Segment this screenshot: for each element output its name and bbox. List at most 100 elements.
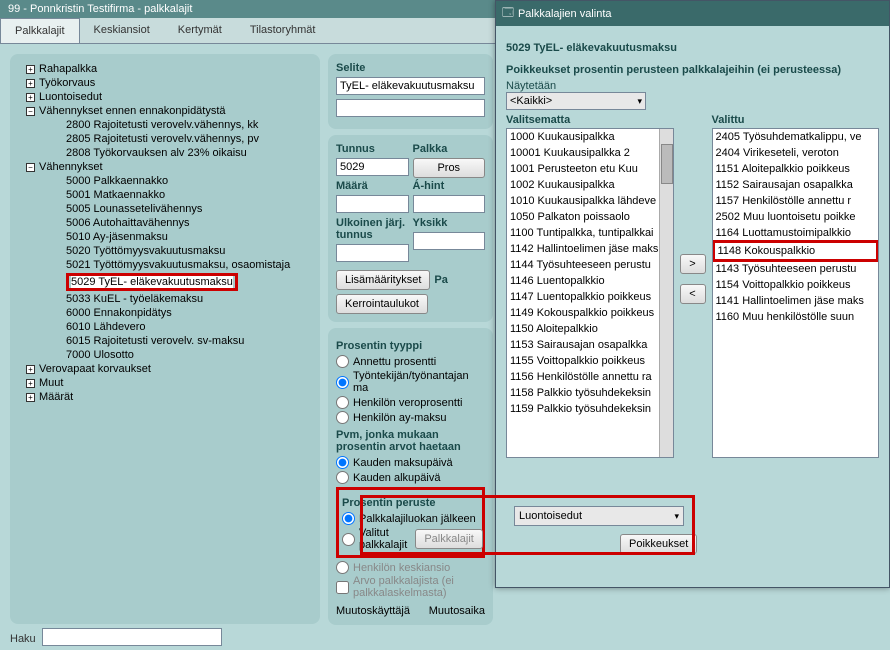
list-item[interactable]: 1143 Työsuhteeseen perustu <box>713 261 879 277</box>
list-item[interactable]: 1142 Hallintoelimen jäse maks <box>507 241 673 257</box>
list-item[interactable]: 1147 Luentopalkkio poikkeus <box>507 289 673 305</box>
list-item[interactable]: 1001 Perusteeton etu Kuu <box>507 161 673 177</box>
list-item[interactable]: 10001 Kuukausipalkka 2 <box>507 145 673 161</box>
pp-opt1[interactable]: Palkkalajiluokan jälkeen <box>342 511 479 526</box>
left-listbox[interactable]: 1000 Kuukausipalkka10001 Kuukausipalkka … <box>506 128 674 458</box>
luontoisedut-combo[interactable]: Luontoisedut <box>514 506 684 526</box>
selite-input[interactable] <box>336 77 485 95</box>
list-item[interactable]: 1158 Palkkio työsuhdekeksin <box>507 385 673 401</box>
tree-item[interactable]: +Työkorvaus <box>18 76 312 90</box>
tree[interactable]: +Rahapalkka +Työkorvaus +Luontoisedut −V… <box>18 62 312 602</box>
list-item[interactable]: 1164 Luottamustoimipalkkio <box>713 225 879 241</box>
search-input[interactable] <box>42 628 222 646</box>
list-item[interactable]: 2404 Virikeseteli, veroton <box>713 145 879 161</box>
tree-item[interactable]: 2808 Työkorvauksen alv 23% oikaisu <box>18 146 312 160</box>
tree-item[interactable]: 2800 Rajoitetusti verovelv.vähennys, kk <box>18 118 312 132</box>
list-item[interactable]: 1141 Hallintoelimen jäse maks <box>713 293 879 309</box>
tree-item[interactable]: 5033 KuEL - työeläkemaksu <box>18 292 312 306</box>
list-item[interactable]: 1155 Voittopalkkio poikkeus <box>507 353 673 369</box>
list-item[interactable]: 1002 Kuukausipalkka <box>507 177 673 193</box>
tree-item[interactable]: +Verovapaat korvaukset <box>18 362 312 376</box>
pvm-opt1[interactable]: Kauden maksupäivä <box>336 455 485 470</box>
collapse-icon[interactable]: − <box>26 107 35 116</box>
pt-opt2[interactable]: Työntekijän/työnantajan ma <box>336 369 485 395</box>
tree-item[interactable]: 6000 Ennakonpidätys <box>18 306 312 320</box>
tree-item[interactable]: 5021 Työttömyysvakuutusmaksu, osaomistaj… <box>18 258 312 272</box>
expand-icon[interactable]: + <box>26 65 35 74</box>
expand-icon[interactable]: + <box>26 379 35 388</box>
list-item[interactable]: 1149 Kokouspalkkio poikkeus <box>507 305 673 321</box>
tree-item[interactable]: 7000 Ulosotto <box>18 348 312 362</box>
list-item[interactable]: 2405 Työsuhdematkalippu, ve <box>713 129 879 145</box>
ahint-input[interactable] <box>413 195 486 213</box>
tab-keskiansiot[interactable]: Keskiansiot <box>80 18 164 43</box>
poikkeukset-button[interactable]: Poikkeukset <box>620 534 697 554</box>
list-item[interactable]: 1154 Voittopalkkio poikkeus <box>713 277 879 293</box>
list-item[interactable]: 1148 Kokouspalkkio <box>715 243 877 259</box>
list-item[interactable]: 1156 Henkilöstölle annettu ra <box>507 369 673 385</box>
list-item[interactable]: 1157 Henkilöstölle annettu r <box>713 193 879 209</box>
tree-item[interactable]: +Muut <box>18 376 312 390</box>
pt-opt1[interactable]: Annettu prosentti <box>336 354 485 369</box>
arvo-checkbox[interactable]: Arvo palkkalajista (ei palkkalaskelmasta… <box>336 575 485 599</box>
tree-item[interactable]: 5005 Lounasseteli­vähennys <box>18 202 312 216</box>
list-item[interactable]: 1151 Aloitepalkkio poikkeus <box>713 161 879 177</box>
tree-item[interactable]: +Määrät <box>18 390 312 404</box>
collapse-icon[interactable]: − <box>26 163 35 172</box>
palkkalajit-button[interactable]: Palkkalajit <box>415 529 483 549</box>
expand-icon[interactable]: + <box>26 93 35 102</box>
tree-item[interactable]: −Vähennykset <box>18 160 312 174</box>
dialog-titlebar[interactable]: 🗔 Palkkalajien valinta <box>496 1 889 26</box>
list-item[interactable]: 1150 Aloitepalkkio <box>507 321 673 337</box>
list-item[interactable]: 1159 Palkkio työsuhdekeksin <box>507 401 673 417</box>
pp-opt2[interactable]: Valitut palkkalajit Palkkalajit <box>342 526 479 552</box>
tree-item[interactable]: 6010 Lähdevero <box>18 320 312 334</box>
move-right-button[interactable]: > <box>680 254 706 274</box>
pp-opt3[interactable]: Henkilön keskiansio <box>336 560 485 575</box>
scrollbar[interactable] <box>659 129 673 457</box>
naytetaan-combo[interactable]: <Kaikki> <box>506 92 646 110</box>
tunnus-input[interactable] <box>336 158 409 176</box>
ulkoinen-input[interactable] <box>336 244 409 262</box>
yksik-input[interactable] <box>413 232 486 250</box>
tree-item[interactable]: 6015 Rajoitetusti verovelv. sv-maksu <box>18 334 312 348</box>
list-item[interactable]: 1153 Sairausajan osapalkka <box>507 337 673 353</box>
tree-item[interactable]: 5010 Ay-jäsenmaksu <box>18 230 312 244</box>
prosentin-peruste-highlight: Prosentin peruste Palkkalajiluokan jälke… <box>336 487 485 558</box>
list-item[interactable]: 1146 Luentopalkkio <box>507 273 673 289</box>
tree-item[interactable]: +Rahapalkka <box>18 62 312 76</box>
pvm-opt2[interactable]: Kauden alkupäivä <box>336 470 485 485</box>
tree-item-selected[interactable]: 5029 TyEL- eläkevakuutusmaksu <box>18 272 312 292</box>
tree-item[interactable]: 5000 Palkkaennakko <box>18 174 312 188</box>
pt-opt3[interactable]: Henkilön veroprosentti <box>336 395 485 410</box>
list-item[interactable]: 1010 Kuukausipalkka lähdeve <box>507 193 673 209</box>
maara-input[interactable] <box>336 195 409 213</box>
list-item[interactable]: 1100 Tuntipalkka, tuntipalkkai <box>507 225 673 241</box>
tree-item[interactable]: +Luontoisedut <box>18 90 312 104</box>
list-item[interactable]: 1144 Työsuhteeseen perustu <box>507 257 673 273</box>
prosentin-tyyppi-label: Prosentin tyyppi <box>336 340 485 352</box>
kerrointaulukot-button[interactable]: Kerrointaulukot <box>336 294 428 314</box>
tree-item[interactable]: 2805 Rajoitetusti verovelv.vähennys, pv <box>18 132 312 146</box>
right-listbox[interactable]: 2405 Työsuhdematkalippu, ve2404 Virikese… <box>712 128 880 458</box>
pt-opt4[interactable]: Henkilön ay-maksu <box>336 410 485 425</box>
list-item[interactable]: 1000 Kuukausipalkka <box>507 129 673 145</box>
list-item[interactable]: 2502 Muu luontoisetu poikke <box>713 209 879 225</box>
tab-palkkalajit[interactable]: Palkkalajit <box>0 18 80 43</box>
expand-icon[interactable]: + <box>26 79 35 88</box>
expand-icon[interactable]: + <box>26 365 35 374</box>
lisamaaritykset-button[interactable]: Lisämääritykset <box>336 270 430 290</box>
tab-kertymat[interactable]: Kertymät <box>164 18 236 43</box>
pros-button[interactable]: Pros <box>413 158 486 178</box>
tree-item[interactable]: 5006 Autohaitta­vähennys <box>18 216 312 230</box>
expand-icon[interactable]: + <box>26 393 35 402</box>
list-item[interactable]: 1160 Muu henkilöstölle suun <box>713 309 879 325</box>
list-item[interactable]: 1152 Sairausajan osapalkka <box>713 177 879 193</box>
tree-item[interactable]: 5001 Matkaennakko <box>18 188 312 202</box>
move-left-button[interactable]: < <box>680 284 706 304</box>
tree-item[interactable]: 5020 Työttömyysvakuutusmaksu <box>18 244 312 258</box>
selite-input-2[interactable] <box>336 99 485 117</box>
tree-item[interactable]: −Vähennykset ennen ennakonpidätystä <box>18 104 312 118</box>
list-item[interactable]: 1050 Palkaton poissaolo <box>507 209 673 225</box>
tab-tilastoryhmat[interactable]: Tilastoryhmät <box>236 18 330 43</box>
